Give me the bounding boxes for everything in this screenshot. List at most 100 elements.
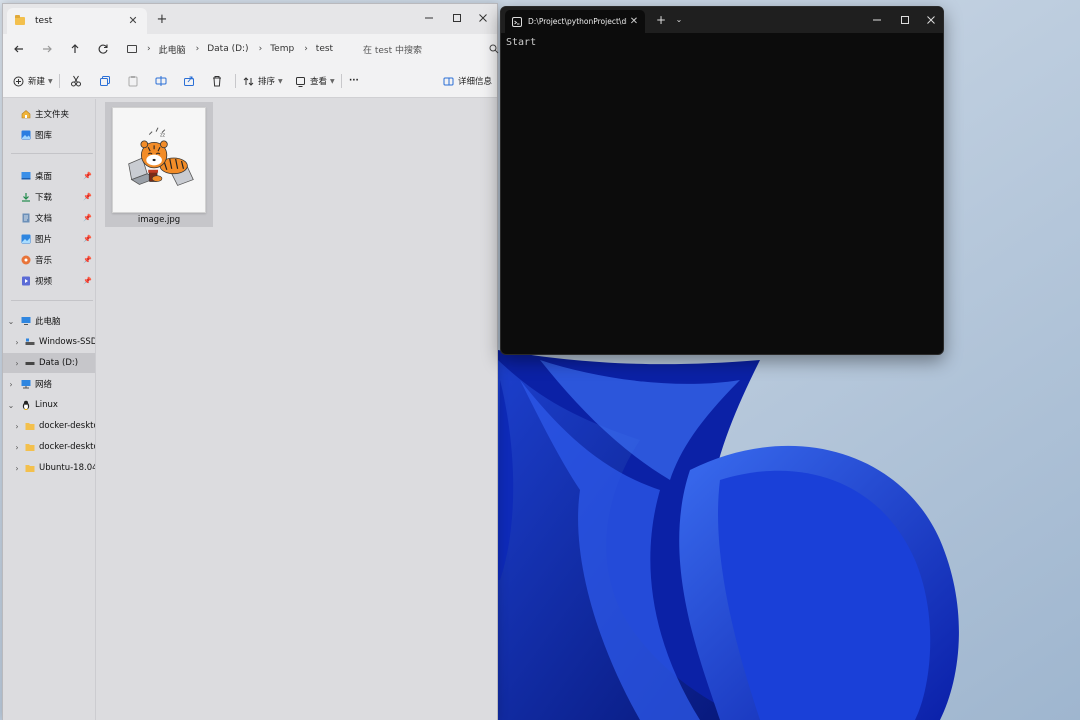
- sidebar-item-docker-desktop[interactable]: › docker-desktop: [3, 416, 95, 436]
- sidebar-item-music[interactable]: 音乐 📌: [3, 250, 95, 270]
- chevron-right-icon[interactable]: ›: [13, 359, 21, 368]
- breadcrumb-separator: ›: [258, 44, 263, 54]
- sidebar-item-downloads[interactable]: 下载 📌: [3, 187, 95, 207]
- cut-button[interactable]: [70, 72, 82, 90]
- clipboard-icon: [128, 76, 138, 87]
- sidebar-item-pictures[interactable]: 图片 📌: [3, 229, 95, 249]
- sidebar-item-label: 主文件夹: [35, 110, 70, 120]
- terminal-tab-title: D:\Project\pythonProject\dist: [528, 17, 627, 26]
- music-icon: [21, 255, 31, 265]
- pane-splitter[interactable]: [95, 99, 96, 720]
- terminal-output[interactable]: Start: [506, 37, 936, 48]
- sort-button[interactable]: 排序 ▼: [243, 72, 283, 90]
- folder-icon: [25, 444, 35, 451]
- chevron-down-icon[interactable]: ⌄: [7, 401, 15, 410]
- sidebar-item-videos[interactable]: 视频 📌: [3, 271, 95, 291]
- sidebar-item-desktop[interactable]: 桌面 📌: [3, 166, 95, 186]
- pin-icon: 📌: [83, 172, 92, 180]
- arrow-right-icon: [43, 45, 52, 53]
- terminal-window: D:\Project\pythonProject\dist ✕ + ⌄ Star…: [500, 6, 944, 355]
- search-placeholder: 在 test 中搜索: [363, 45, 423, 56]
- chevron-down-icon[interactable]: ⌄: [671, 12, 687, 28]
- tiger-laptop-illustration: zz: [113, 108, 205, 212]
- breadcrumb-separator: ›: [195, 44, 200, 54]
- refresh-button[interactable]: [93, 40, 113, 58]
- tab-close-button[interactable]: ✕: [125, 13, 141, 29]
- explorer-tab[interactable]: test ✕: [7, 8, 147, 34]
- close-window-button[interactable]: [465, 7, 501, 29]
- chevron-down-icon[interactable]: ⌄: [7, 317, 15, 326]
- command-bar: 新建 ▼ 排序 ▼ 查看 ▼ ··· 详细信息: [3, 64, 497, 98]
- sidebar-divider: [11, 153, 93, 154]
- image-thumbnail: zz: [112, 107, 206, 213]
- toolbar-divider: [59, 74, 60, 88]
- sidebar-item-label: 图库: [35, 131, 53, 141]
- more-options-button[interactable]: ···: [349, 72, 359, 90]
- search-input[interactable]: 在 test 中搜索: [353, 38, 499, 60]
- breadcrumb-data-d[interactable]: Data (D:): [207, 44, 248, 54]
- chevron-down-icon: ▼: [278, 77, 283, 85]
- sidebar-item-label: Windows-SSD (C: [39, 337, 95, 347]
- new-label: 新建: [28, 77, 46, 87]
- toolbar-divider: [341, 74, 342, 88]
- breadcrumb-this-pc[interactable]: 此电脑: [159, 43, 186, 56]
- sidebar-item-this-pc[interactable]: ⌄ 此电脑: [3, 311, 95, 331]
- home-icon: [21, 110, 31, 119]
- rename-button[interactable]: [155, 72, 167, 90]
- sidebar-item-docker-desktop-data[interactable]: › docker-desktop-: [3, 437, 95, 457]
- rename-icon: [155, 76, 167, 86]
- chevron-right-icon[interactable]: ›: [13, 464, 21, 473]
- share-button[interactable]: [183, 72, 195, 90]
- sidebar-item-ubuntu[interactable]: › Ubuntu-18.04: [3, 458, 95, 478]
- sidebar-item-documents[interactable]: 文档 📌: [3, 208, 95, 228]
- breadcrumb-temp[interactable]: Temp: [270, 44, 294, 54]
- computer-icon: [21, 317, 31, 325]
- chevron-down-icon: ▼: [330, 77, 335, 85]
- tab-close-button[interactable]: ✕: [627, 16, 641, 27]
- navigation-pane: 主文件夹 图库 桌面 📌 下载 📌 文档 📌 图片 📌 音乐 📌 视频 📌 ⌄ …: [3, 99, 95, 720]
- sidebar-item-label: Ubuntu-18.04: [39, 463, 95, 473]
- forward-button[interactable]: [37, 40, 57, 58]
- address-bar[interactable]: › 此电脑 › Data (D:) › Temp › test: [121, 38, 349, 60]
- sidebar-item-network[interactable]: › 网络: [3, 374, 95, 394]
- breadcrumb-separator: ›: [147, 44, 151, 54]
- sidebar-item-label: 文档: [35, 214, 53, 224]
- new-tab-button[interactable]: +: [153, 12, 171, 28]
- copy-button[interactable]: [99, 72, 111, 90]
- details-button[interactable]: 详细信息: [443, 72, 492, 90]
- chevron-right-icon[interactable]: ›: [13, 422, 21, 431]
- paste-button[interactable]: [127, 72, 139, 90]
- drive-icon: [25, 362, 35, 365]
- close-window-button[interactable]: [917, 9, 943, 31]
- more-options-icon: ···: [349, 76, 359, 86]
- share-icon: [184, 76, 194, 86]
- chevron-right-icon[interactable]: ›: [13, 338, 21, 347]
- terminal-tab[interactable]: D:\Project\pythonProject\dist ✕: [505, 10, 645, 33]
- new-button[interactable]: 新建 ▼: [13, 72, 53, 90]
- scissors-icon: [71, 75, 81, 87]
- sidebar-item-label: 网络: [35, 380, 53, 390]
- maximize-icon: [901, 16, 909, 24]
- file-item-image-jpg[interactable]: zz image.jpg: [105, 102, 213, 227]
- maximize-button[interactable]: [891, 9, 919, 31]
- explorer-navbar: › 此电脑 › Data (D:) › Temp › test 在 test 中…: [3, 34, 499, 64]
- explorer-tab-title: test: [35, 16, 53, 26]
- sidebar-item-gallery[interactable]: 图库: [3, 125, 95, 145]
- delete-button[interactable]: [211, 72, 223, 90]
- sidebar-item-home[interactable]: 主文件夹: [3, 104, 95, 124]
- sidebar-item-windows-ssd[interactable]: › Windows-SSD (C: [3, 332, 95, 352]
- sidebar-item-label: 此电脑: [35, 317, 61, 327]
- sidebar-item-data-d[interactable]: › Data (D:): [3, 353, 95, 373]
- sidebar-item-label: 图片: [35, 235, 53, 245]
- view-button[interactable]: 查看 ▼: [295, 72, 335, 90]
- breadcrumb-test[interactable]: test: [316, 44, 333, 54]
- minimize-button[interactable]: [863, 9, 891, 31]
- new-tab-button[interactable]: +: [653, 12, 669, 28]
- sidebar-item-linux[interactable]: ⌄ Linux: [3, 395, 95, 415]
- back-button[interactable]: [9, 40, 29, 58]
- up-button[interactable]: [65, 40, 85, 58]
- minimize-icon: [425, 17, 433, 19]
- chevron-right-icon[interactable]: ›: [13, 443, 21, 452]
- chevron-right-icon[interactable]: ›: [7, 380, 15, 389]
- maximize-icon: [453, 14, 461, 22]
